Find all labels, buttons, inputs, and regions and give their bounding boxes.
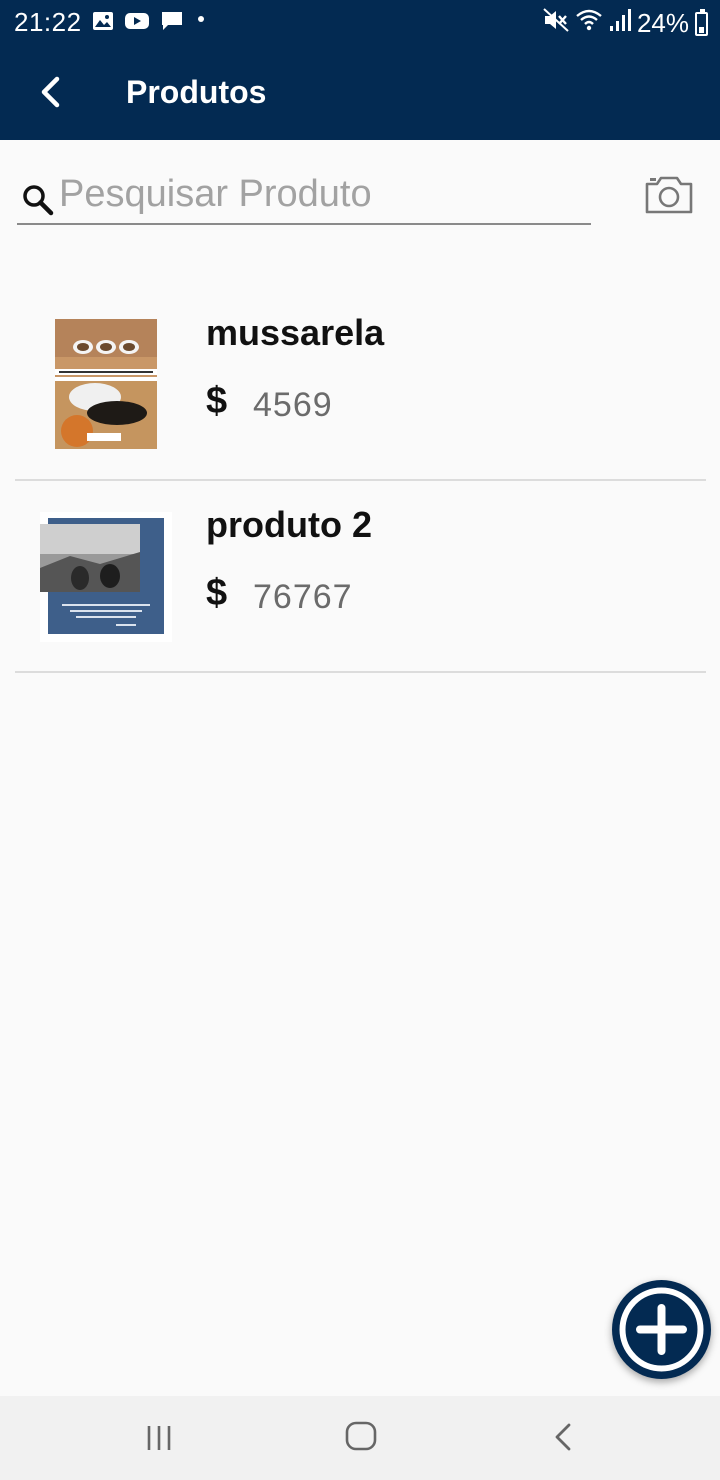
back-button[interactable]	[28, 70, 72, 114]
recents-icon[interactable]	[146, 1424, 174, 1452]
product-item[interactable]: produto 2 $ 76767	[0, 480, 720, 672]
currency-symbol: $	[206, 380, 228, 422]
status-more-dot	[198, 16, 204, 22]
plus-icon	[619, 1287, 704, 1372]
product-price: 4569	[253, 386, 333, 424]
back-icon[interactable]	[552, 1422, 574, 1452]
chevron-left-icon	[41, 76, 60, 108]
image-icon	[92, 11, 114, 31]
signal-icon	[609, 8, 631, 39]
system-icons: 24%	[543, 8, 708, 39]
search-row	[0, 140, 720, 250]
list-divider	[15, 671, 706, 673]
youtube-icon	[124, 11, 150, 31]
product-price: 76767	[253, 578, 353, 616]
app-bar: Produtos	[0, 44, 720, 140]
currency-symbol: $	[206, 572, 228, 614]
camera-button[interactable]	[644, 174, 694, 216]
add-product-button[interactable]	[612, 1280, 711, 1379]
navigation-bar	[0, 1396, 720, 1480]
mute-icon	[543, 8, 569, 39]
search-field[interactable]	[17, 167, 591, 225]
battery-icon	[695, 8, 708, 36]
search-input[interactable]	[59, 169, 579, 219]
battery-percentage: 24%	[636, 8, 689, 38]
message-icon	[160, 10, 184, 32]
product-thumbnail	[55, 319, 157, 449]
wifi-icon	[575, 8, 603, 39]
search-icon	[23, 185, 54, 216]
status-bar: 21:22 24%	[0, 0, 720, 44]
product-name: produto 2	[206, 504, 372, 545]
home-icon[interactable]	[344, 1420, 378, 1452]
camera-icon	[645, 176, 693, 214]
product-item[interactable]: mussarela $ 4569	[0, 288, 720, 480]
product-name: mussarela	[206, 312, 385, 353]
page-title: Produtos	[126, 74, 267, 110]
notification-icons	[92, 10, 184, 32]
product-thumbnail	[40, 512, 172, 642]
status-time: 21:22	[14, 7, 82, 37]
